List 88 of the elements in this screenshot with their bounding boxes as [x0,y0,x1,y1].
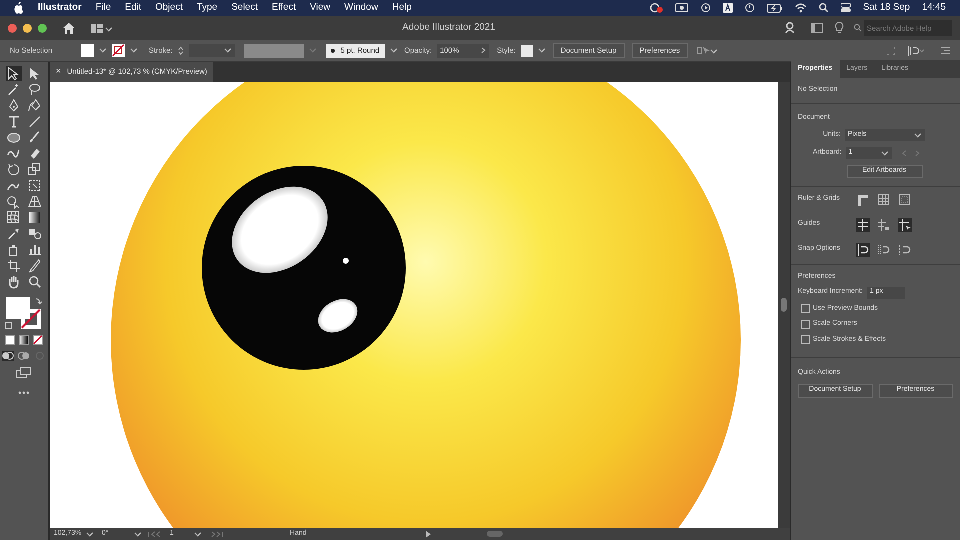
variable-width-field[interactable] [244,44,304,58]
curvature-pen-icon[interactable] [26,98,42,113]
color-icon[interactable] [5,335,15,345]
screen-record-icon[interactable] [675,3,690,13]
checkbox[interactable] [801,335,810,344]
panel-icon[interactable] [811,23,823,33]
free-transform-icon[interactable] [26,178,42,193]
close-tab-button[interactable]: × [56,65,62,79]
scale-icon[interactable] [26,162,42,177]
menu-item[interactable]: View [310,0,331,16]
dot-icon [330,48,335,52]
caret-icon [86,530,94,538]
menu-item[interactable]: Help [392,0,412,16]
style-swatch[interactable] [520,44,533,56]
menu-item[interactable]: Select [232,0,258,16]
user-icon[interactable] [785,22,797,34]
menu-bar-time: 14:45 [922,0,946,15]
draw-normal-icon[interactable] [2,351,14,361]
ellipse-icon[interactable] [6,130,22,145]
lightbulb-icon[interactable] [835,22,844,34]
menu-item[interactable]: Effect [272,0,296,16]
apple-icon[interactable] [14,2,24,14]
app-name[interactable]: Illustrator [38,0,82,16]
caret-icon [194,530,202,538]
home-icon[interactable] [63,22,75,34]
eyedropper-icon[interactable] [6,226,22,241]
snap-point-icon[interactable] [856,242,870,256]
grid-icon[interactable] [877,192,891,206]
ruler-icon[interactable] [856,192,870,206]
caret-icon[interactable] [390,47,398,54]
perspective-grid-icon[interactable] [26,194,42,209]
minimize-icon[interactable] [23,24,32,32]
stepper-icon[interactable] [178,46,184,56]
checkbox[interactable] [801,304,810,314]
stroke-weight-field[interactable] [188,44,235,57]
close-icon[interactable] [8,24,17,32]
align-icon[interactable] [908,46,926,56]
draw-behind-icon[interactable] [18,351,30,361]
shape-builder-icon[interactable] [6,194,22,209]
menu-bar-date: Sat 18 Sep [863,0,910,15]
stroke-swatch[interactable] [112,44,125,57]
fill-swatch[interactable] [81,44,94,57]
caret-icon[interactable] [538,47,546,54]
bar-graph-icon[interactable] [26,242,42,257]
window-title: Adobe Illustrator 2021 [402,20,496,35]
workspace-icon[interactable] [91,24,113,32]
search-icon[interactable] [819,3,830,13]
lock-guides-icon[interactable] [877,218,891,232]
wifi-icon[interactable] [795,3,808,13]
blend-icon[interactable] [26,226,42,241]
none-icon[interactable] [33,335,43,345]
lasso-icon[interactable] [26,82,42,97]
gradient-icon[interactable] [26,210,42,225]
zoom-icon[interactable] [38,24,47,32]
play-icon[interactable] [701,3,712,13]
zoom-icon[interactable] [26,274,42,289]
menu-item[interactable]: Window [344,0,378,16]
play-icon[interactable] [426,530,431,538]
pixel-grid-icon[interactable] [898,192,912,206]
more-icon[interactable] [18,391,30,395]
selection-arrow-icon[interactable] [6,66,22,81]
mesh-icon[interactable] [6,210,22,225]
screen-mode-icon[interactable] [16,367,32,379]
toggles-icon[interactable] [841,3,852,13]
caret-icon [134,530,142,538]
caret-icon [914,132,922,138]
caret-icon [880,150,889,156]
keyboard-input-icon[interactable] [723,3,734,13]
menu-item[interactable]: File [96,0,112,16]
guides-icon[interactable] [856,218,870,232]
menu-icon[interactable] [941,46,950,54]
rotate-icon[interactable] [6,162,22,177]
chevron-right-icon [481,47,486,54]
arrange-icon[interactable] [697,46,718,56]
fill-stroke-icon[interactable] [4,297,44,331]
snap-grid-icon[interactable] [877,242,891,256]
caret-icon[interactable] [99,47,107,54]
menu-item[interactable]: Object [156,0,183,16]
smart-guides-icon[interactable] [898,218,912,232]
checkbox[interactable] [801,320,810,329]
menu-item[interactable]: Edit [125,0,142,16]
caret-icon [224,47,232,54]
magic-wand-icon[interactable] [6,82,22,97]
snap-pixel-icon[interactable] [898,242,912,256]
caret-icon[interactable] [130,47,138,54]
menu-item[interactable]: Type [196,0,218,16]
battery-icon[interactable] [767,4,784,12]
gradient-icon[interactable] [19,335,29,345]
